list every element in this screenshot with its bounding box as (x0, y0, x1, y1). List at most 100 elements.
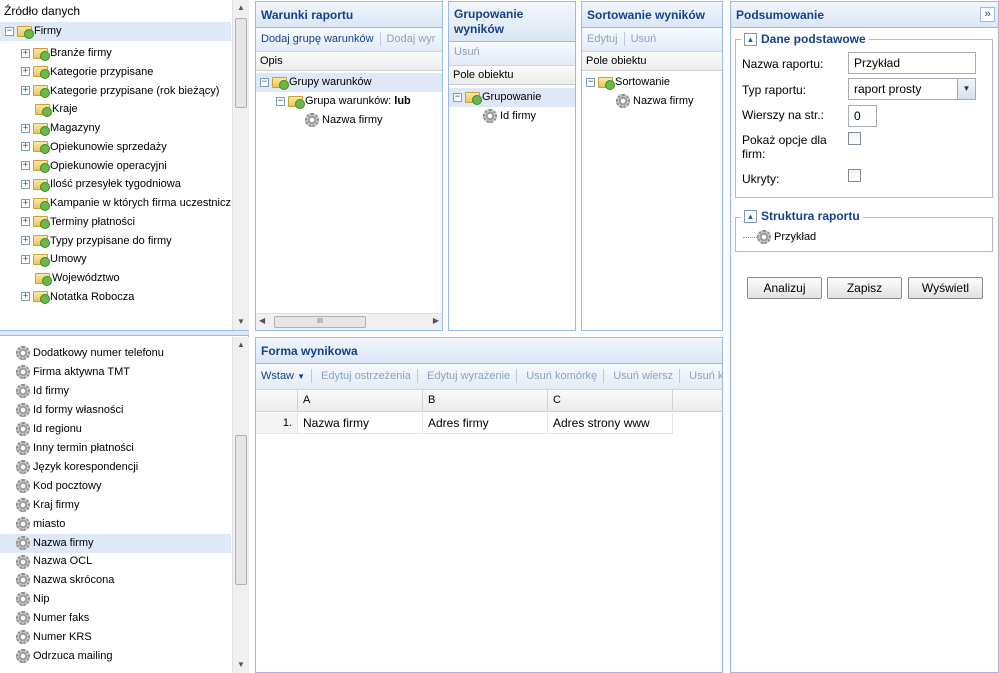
field-item[interactable]: Id firmy (0, 382, 231, 401)
analyze-button[interactable]: Analizuj (747, 277, 822, 299)
grouping-root[interactable]: − Grupowanie (449, 88, 575, 107)
field-item[interactable]: Id formy własności (0, 401, 231, 420)
expand-toggle-icon[interactable]: + (21, 161, 30, 171)
report-name-input[interactable]: Przykład (848, 52, 976, 74)
save-button[interactable]: Zapisz (827, 277, 902, 299)
scroll-thumb[interactable] (235, 435, 247, 585)
field-item[interactable]: Odrzuca mailing (0, 647, 231, 666)
conditions-hscrollbar[interactable]: ◀ III ▶ (256, 313, 442, 330)
collapse-toggle-icon[interactable]: − (276, 96, 285, 106)
remove-column-button[interactable]: Usuń kolu (689, 370, 722, 382)
field-item[interactable]: Id regionu (0, 420, 231, 439)
hidden-checkbox[interactable] (848, 169, 861, 182)
scroll-thumb[interactable]: III (274, 316, 366, 328)
field-item[interactable]: Nip (0, 590, 231, 609)
scroll-up-icon[interactable]: ▲ (233, 337, 249, 353)
rows-per-page-input[interactable]: 0 (848, 105, 877, 127)
tree-item[interactable]: + Notatka Robocza (0, 288, 231, 307)
edit-warnings-button[interactable]: Edytuj ostrzeżenia (321, 370, 411, 382)
field-item[interactable]: Język korespondencji (0, 458, 231, 477)
field-item[interactable]: Nazwa firmy (0, 533, 231, 553)
tree-item[interactable]: + Umowy (0, 250, 231, 269)
tree-item[interactable]: Województwo (0, 269, 231, 288)
grouping-leaf[interactable]: Id firmy (449, 107, 575, 126)
collapse-toggle-icon[interactable]: ▲ (744, 33, 757, 47)
tree-item[interactable]: + Magazyny (0, 119, 231, 138)
expand-toggle-icon[interactable]: + (21, 123, 30, 133)
grid-cell-c1[interactable]: Adres strony www (548, 413, 673, 433)
expand-toggle-icon[interactable]: + (21, 179, 30, 189)
collapse-toggle-icon[interactable]: − (260, 77, 269, 87)
grid-row[interactable]: 1. Nazwa firmy Adres firmy Adres strony … (256, 413, 673, 434)
condition-leaf[interactable]: Nazwa firmy (256, 111, 442, 130)
scroll-left-icon[interactable]: ◀ (259, 316, 265, 325)
tree-item[interactable]: + Branże firmy (0, 44, 231, 63)
field-item[interactable]: Dodatkowy numer telefonu (0, 344, 231, 363)
remove-row-button[interactable]: Usuń wiersz (613, 370, 673, 382)
expand-toggle-icon[interactable]: + (21, 86, 30, 96)
expand-toggle-icon[interactable]: + (21, 48, 30, 58)
field-item[interactable]: Inny termin płatności (0, 439, 231, 458)
expand-toggle-icon[interactable]: + (21, 67, 30, 77)
structure-item[interactable]: Przykład (743, 228, 983, 247)
collapse-toggle-icon[interactable]: − (5, 26, 14, 36)
add-condition-button[interactable]: Dodaj wyr (387, 33, 436, 45)
tree-item[interactable]: + Kampanie w których firma uczestniczy (0, 194, 231, 213)
collapse-toggle-icon[interactable]: − (453, 92, 462, 102)
edit-button[interactable]: Edytuj (587, 33, 618, 45)
report-type-select[interactable]: raport prosty ▼ (848, 78, 976, 100)
collapse-toggle-icon[interactable]: − (586, 77, 595, 87)
tree-item[interactable]: + Typy przypisane do firmy (0, 232, 231, 251)
dropdown-arrow-icon[interactable]: ▼ (957, 79, 975, 99)
collapse-toggle-icon[interactable]: ▲ (744, 210, 757, 224)
field-item[interactable]: miasto (0, 515, 231, 534)
expand-toggle-icon[interactable]: + (21, 292, 30, 302)
collapse-panel-icon[interactable]: » (980, 7, 995, 22)
tree-root[interactable]: − Firmy (0, 22, 231, 41)
scroll-thumb[interactable] (235, 18, 247, 108)
show-button[interactable]: Wyświetl (908, 277, 983, 299)
field-item[interactable]: Numer faks (0, 609, 231, 628)
sorting-root[interactable]: − Sortowanie (582, 73, 722, 92)
expand-toggle-icon[interactable]: + (21, 217, 30, 227)
remove-button[interactable]: Usuń (631, 33, 657, 45)
field-item[interactable]: Nazwa OCL (0, 552, 231, 571)
field-item[interactable]: Kod pocztowy (0, 477, 231, 496)
field-item[interactable]: Nazwa skrócona (0, 571, 231, 590)
conditions-root[interactable]: − Grupy warunków (256, 73, 442, 92)
expand-toggle-icon[interactable]: + (21, 198, 30, 208)
field-item[interactable]: Firma aktywna TMT (0, 363, 231, 382)
remove-button[interactable]: Usuń (454, 46, 480, 58)
tree-scrollbar[interactable]: ▲ ▼ (232, 0, 249, 330)
remove-cell-button[interactable]: Usuń komórkę (526, 370, 597, 382)
field-item[interactable]: Numer KRS (0, 628, 231, 647)
tree-item[interactable]: Kraje (0, 100, 231, 119)
column-header-b[interactable]: B (423, 390, 548, 410)
tree-item[interactable]: + Kategorie przypisane (0, 63, 231, 82)
grid-cell-a1[interactable]: Nazwa firmy (298, 413, 423, 433)
field-scrollbar[interactable]: ▲ ▼ (232, 337, 249, 673)
insert-button[interactable]: Wstaw ▼ (261, 370, 305, 382)
expand-toggle-icon[interactable]: + (21, 236, 30, 246)
tree-item[interactable]: + Terminy płatności (0, 213, 231, 232)
scroll-right-icon[interactable]: ▶ (433, 316, 439, 325)
condition-group[interactable]: − Grupa warunków: lub (256, 92, 442, 111)
tree-item[interactable]: + Kategorie przypisane (rok bieżący) (0, 82, 231, 101)
scroll-down-icon[interactable]: ▼ (233, 657, 249, 673)
tree-item[interactable]: + Opiekunowie operacyjni (0, 157, 231, 176)
sorting-leaf[interactable]: Nazwa firmy (582, 92, 722, 111)
gear-icon (16, 365, 30, 380)
tree-item[interactable]: + Ilość przesyłek tygodniowa (0, 175, 231, 194)
edit-expression-button[interactable]: Edytuj wyrażenie (427, 370, 510, 382)
show-options-checkbox[interactable] (848, 132, 861, 145)
field-item[interactable]: Kraj firmy (0, 496, 231, 515)
column-header-a[interactable]: A (298, 390, 423, 410)
scroll-up-icon[interactable]: ▲ (233, 0, 249, 16)
add-group-button[interactable]: Dodaj grupę warunków (261, 33, 374, 45)
tree-item[interactable]: + Opiekunowie sprzedaży (0, 138, 231, 157)
column-header-c[interactable]: C (548, 390, 673, 410)
scroll-down-icon[interactable]: ▼ (233, 314, 249, 330)
expand-toggle-icon[interactable]: + (21, 254, 30, 264)
expand-toggle-icon[interactable]: + (21, 142, 30, 152)
grid-cell-b1[interactable]: Adres firmy (423, 413, 548, 433)
